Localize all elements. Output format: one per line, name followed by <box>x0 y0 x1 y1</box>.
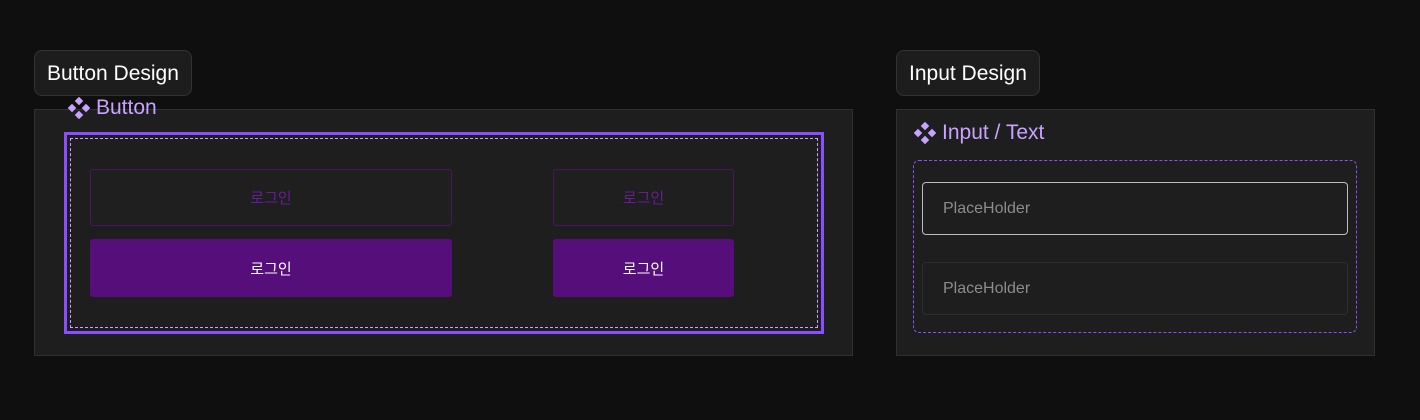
component-diamond-icon <box>68 97 90 119</box>
input-component-label[interactable]: Input / Text <box>914 120 1044 146</box>
text-input-default[interactable] <box>922 262 1348 315</box>
input-component-name: Input / Text <box>942 121 1045 144</box>
input-design-tag: Input Design <box>896 50 1040 96</box>
canvas: Button Design Button 로그인 로그인 로그인 로그인 Inp… <box>0 0 1420 420</box>
login-button-outline-narrow[interactable]: 로그인 <box>553 169 734 226</box>
button-design-tag: Button Design <box>34 50 192 96</box>
button-variants-container[interactable] <box>64 132 824 334</box>
button-component-name: Button <box>96 96 157 119</box>
component-diamond-icon <box>914 122 936 144</box>
login-button-outline-wide[interactable]: 로그인 <box>90 169 452 226</box>
button-component-label[interactable]: Button <box>68 95 157 121</box>
text-input-focused[interactable] <box>922 182 1348 235</box>
login-button-filled-narrow[interactable]: 로그인 <box>553 239 734 297</box>
login-button-filled-wide[interactable]: 로그인 <box>90 239 452 297</box>
